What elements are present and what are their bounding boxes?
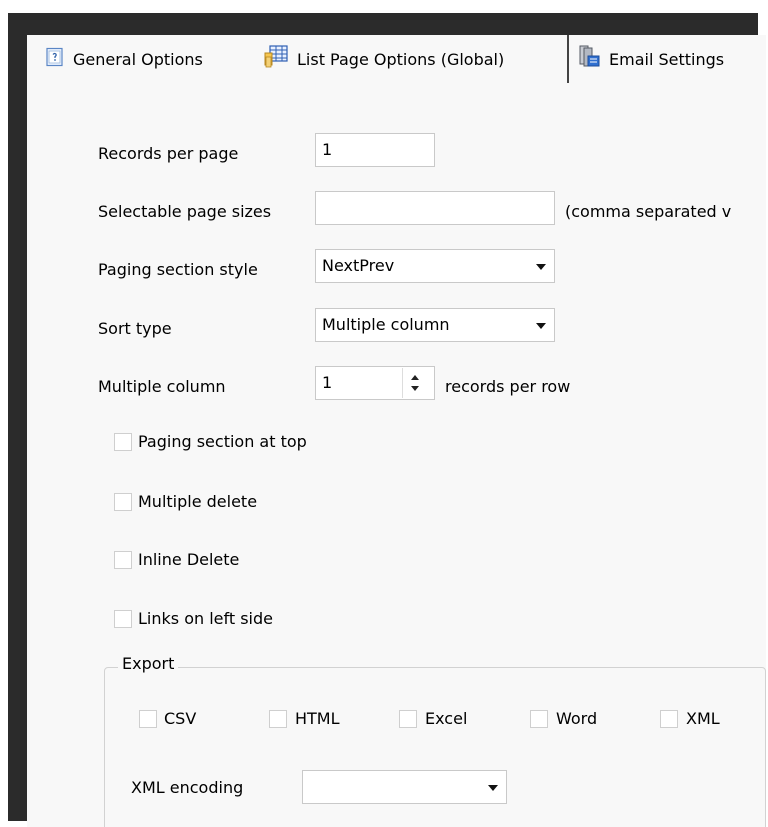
tab-label: Email Settings: [609, 49, 725, 69]
email-server-icon: [577, 45, 601, 73]
links-on-left-side-label: Links on left side: [138, 609, 273, 628]
xml-encoding-select[interactable]: [302, 770, 507, 804]
xml-encoding-label: XML encoding: [131, 778, 244, 797]
export-word-label: Word: [556, 709, 598, 728]
links-on-left-side-checkbox[interactable]: [114, 610, 132, 628]
document-help-icon: [45, 47, 65, 71]
export-word-checkbox[interactable]: [530, 710, 548, 728]
export-html-label: HTML: [295, 709, 340, 728]
tab-label: List Page Options (Global): [297, 49, 505, 69]
tab-label: General Options: [73, 49, 203, 69]
chevron-down-icon: [488, 785, 498, 791]
export-excel-checkbox[interactable]: [399, 710, 417, 728]
export-group-title: Export: [118, 654, 179, 673]
page-sizes-hint: (comma separated v: [565, 202, 732, 221]
paging-section-style-select[interactable]: NextPrev: [315, 249, 555, 283]
tab-bar: General Options List Page Options (Globa…: [27, 35, 766, 83]
export-html-checkbox[interactable]: [269, 710, 287, 728]
window-frame: General Options List Page Options (Globa…: [8, 13, 766, 827]
paging-section-at-top-checkbox[interactable]: [114, 433, 132, 451]
selected-value: NextPrev: [322, 256, 395, 275]
paging-section-at-top-label: Paging section at top: [138, 432, 307, 451]
spinner-down-icon[interactable]: [411, 386, 419, 391]
selectable-page-sizes-input[interactable]: [315, 191, 555, 225]
export-xml-label: XML: [686, 709, 720, 728]
export-xml-checkbox[interactable]: [660, 710, 678, 728]
multiple-column-spinner[interactable]: 1: [315, 366, 435, 400]
chevron-down-icon: [536, 264, 546, 270]
grid-table-icon: [263, 45, 289, 73]
paging-section-style-label: Paging section style: [98, 260, 258, 279]
spinner-divider: [402, 368, 403, 398]
spinner-up-icon[interactable]: [411, 375, 419, 380]
records-per-row-label: records per row: [445, 377, 571, 396]
multiple-delete-label: Multiple delete: [138, 492, 258, 511]
tab-list-page-options[interactable]: List Page Options (Global): [263, 35, 504, 83]
selectable-page-sizes-label: Selectable page sizes: [98, 202, 272, 221]
sort-type-label: Sort type: [98, 319, 172, 338]
export-excel-label: Excel: [425, 709, 468, 728]
records-per-page-input[interactable]: 1: [315, 133, 435, 167]
inline-delete-checkbox[interactable]: [114, 551, 132, 569]
records-per-page-label: Records per page: [98, 144, 239, 163]
multiple-delete-checkbox[interactable]: [114, 493, 132, 511]
tab-email-settings[interactable]: Email Settings: [577, 35, 724, 83]
chevron-down-icon: [536, 323, 546, 329]
settings-window: General Options List Page Options (Globa…: [27, 35, 766, 827]
spinner-value: 1: [322, 373, 333, 392]
sort-type-select[interactable]: Multiple column: [315, 308, 555, 342]
export-csv-label: CSV: [164, 709, 197, 728]
selected-value: Multiple column: [322, 315, 450, 334]
tab-divider: [567, 35, 569, 83]
tab-general-options[interactable]: General Options: [45, 35, 203, 83]
multiple-column-label: Multiple column: [98, 377, 226, 396]
export-csv-checkbox[interactable]: [139, 710, 157, 728]
inline-delete-label: Inline Delete: [138, 550, 240, 569]
